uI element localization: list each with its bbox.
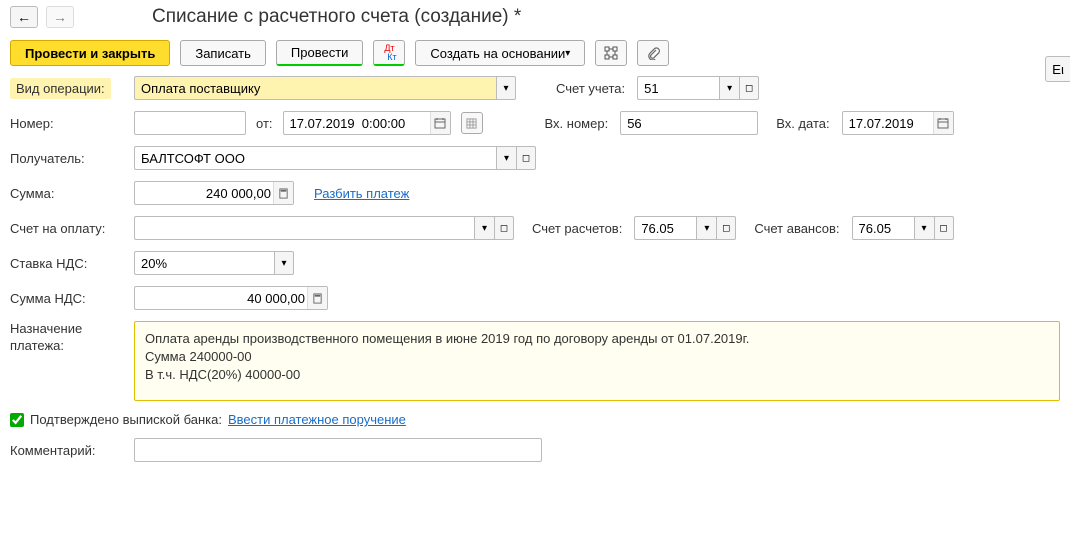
advance-select[interactable]: ▾ ◻ [852,216,954,240]
confirmed-label: Подтверждено выпиской банка: [30,412,222,427]
dropdown-icon[interactable]: ▾ [274,251,294,275]
op-type-input[interactable] [134,76,496,100]
invoice-input[interactable] [134,216,474,240]
comment-label: Комментарий: [10,443,128,458]
number-label: Номер: [10,116,128,131]
dtkr-button[interactable]: Дт Кт [373,40,405,66]
date-input[interactable] [283,111,451,135]
confirmed-checkbox-row[interactable]: Подтверждено выпиской банка: [10,412,222,427]
calculator-icon[interactable] [307,287,327,309]
process-button[interactable]: Провести [276,40,364,66]
op-type-select[interactable]: ▾ [134,76,516,100]
save-button[interactable]: Записать [180,40,266,66]
grid-icon [466,118,477,129]
from-label: от: [256,116,273,131]
settlement-label: Счет расчетов: [532,221,622,236]
vat-sum-field[interactable] [134,286,328,310]
sum-input[interactable] [134,181,294,205]
settlement-input[interactable] [634,216,696,240]
op-type-label: Вид операции: [10,78,128,99]
page-title: Списание с расчетного счета (создание) * [152,6,521,28]
structure-icon-button[interactable] [595,40,627,66]
account-select[interactable]: ▾ ◻ [637,76,759,100]
structure-icon [604,46,618,60]
dropdown-icon[interactable]: ▾ [496,76,516,100]
sum-label: Сумма: [10,186,128,201]
vat-rate-input[interactable] [134,251,274,275]
open-icon[interactable]: ◻ [516,146,536,170]
open-icon[interactable]: ◻ [934,216,954,240]
settlement-select[interactable]: ▾ ◻ [634,216,736,240]
date-field[interactable] [283,111,451,135]
inc-date-field[interactable] [842,111,954,135]
comment-input[interactable] [134,438,542,462]
vat-sum-input[interactable] [134,286,328,310]
calendar-icon[interactable] [933,112,953,134]
back-button[interactable]: ← [10,6,38,28]
attachment-button[interactable] [637,40,669,66]
account-input[interactable] [637,76,719,100]
inc-date-label: Вх. дата: [776,116,829,131]
advance-label: Счет авансов: [754,221,839,236]
forward-button[interactable]: → [46,6,74,28]
process-and-close-button[interactable]: Провести и закрыть [10,40,170,66]
create-based-button[interactable]: Создать на основании [415,40,585,66]
recipient-label: Получатель: [10,151,128,166]
calculator-icon[interactable] [273,182,293,204]
confirmed-checkbox[interactable] [10,413,24,427]
open-icon[interactable]: ◻ [739,76,759,100]
purpose-textarea[interactable]: Оплата аренды производственного помещени… [134,321,1060,401]
sum-field[interactable] [134,181,294,205]
dtkr-icon: Дт Кт [382,44,396,62]
vat-sum-label: Сумма НДС: [10,291,128,306]
recipient-input[interactable] [134,146,496,170]
purpose-label: Назначение платежа: [10,321,128,355]
recipient-select[interactable]: ▾ ◻ [134,146,536,170]
eu-button[interactable]: Ει [1045,56,1070,82]
dropdown-icon[interactable]: ▾ [696,216,716,240]
account-label: Счет учета: [556,81,625,96]
open-icon[interactable]: ◻ [716,216,736,240]
inc-number-label: Вх. номер: [545,116,609,131]
vat-rate-label: Ставка НДС: [10,256,128,271]
enter-payment-order-link[interactable]: Ввести платежное поручение [228,412,406,427]
advance-input[interactable] [852,216,914,240]
open-icon[interactable]: ◻ [494,216,514,240]
inc-number-input[interactable] [620,111,758,135]
vat-rate-select[interactable]: ▾ [134,251,294,275]
split-payment-link[interactable]: Разбить платеж [314,186,409,201]
dropdown-icon[interactable]: ▾ [914,216,934,240]
date-helper-button[interactable] [461,112,483,134]
invoice-select[interactable]: ▾ ◻ [134,216,514,240]
dropdown-icon[interactable]: ▾ [719,76,739,100]
dropdown-icon[interactable]: ▾ [496,146,516,170]
number-input[interactable] [134,111,246,135]
dropdown-icon[interactable]: ▾ [474,216,494,240]
calendar-icon[interactable] [430,112,450,134]
paperclip-icon [646,46,660,60]
invoice-label: Счет на оплату: [10,221,128,236]
